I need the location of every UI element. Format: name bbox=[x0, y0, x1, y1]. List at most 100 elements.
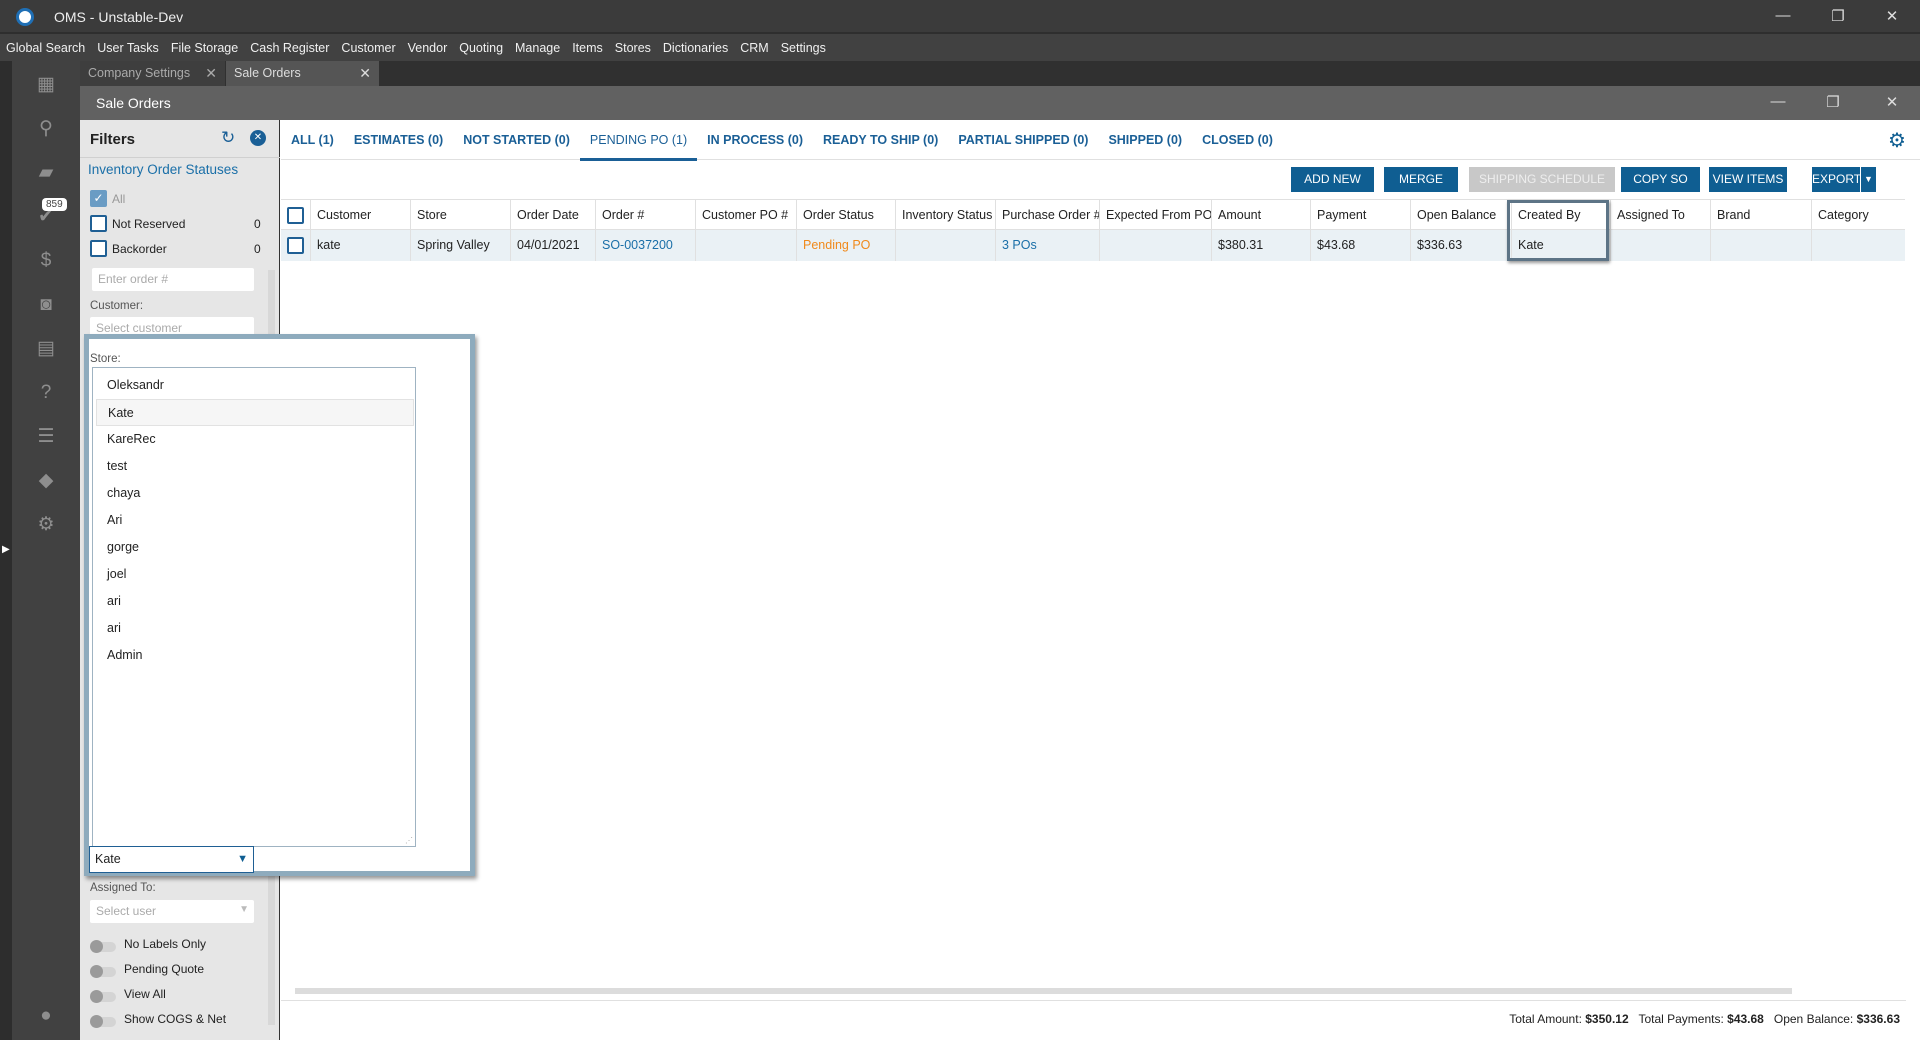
dropdown-option[interactable]: Kate bbox=[96, 399, 414, 426]
dropdown-option[interactable]: ari bbox=[96, 615, 414, 642]
copy-so-button[interactable]: COPY SO bbox=[1621, 167, 1700, 192]
column-header[interactable]: Payment bbox=[1310, 200, 1410, 231]
expand-arrow-icon[interactable]: ▶ bbox=[2, 544, 10, 555]
resize-grip-icon[interactable]: ⋰ bbox=[405, 836, 413, 845]
dropdown-option[interactable]: test bbox=[96, 453, 414, 480]
contact-icon[interactable]: ◙ bbox=[34, 293, 58, 317]
column-header[interactable]: Order # bbox=[595, 200, 695, 231]
column-header[interactable]: Purchase Order # bbox=[995, 200, 1099, 231]
minimize-icon[interactable]: — bbox=[1768, 7, 1798, 24]
clipboard-icon[interactable]: ☰ bbox=[34, 425, 58, 449]
status-tab[interactable]: ALL (1) bbox=[281, 120, 344, 160]
shipping-schedule-button[interactable]: SHIPPING SCHEDULE bbox=[1469, 167, 1615, 192]
menu-item-manage[interactable]: Manage bbox=[515, 41, 560, 55]
column-header[interactable]: Brand bbox=[1710, 200, 1811, 231]
column-header[interactable]: Assigned To bbox=[1610, 200, 1710, 231]
tab-sale-orders[interactable]: Sale Orders ✕ bbox=[226, 61, 379, 86]
dropdown-option[interactable]: Ari bbox=[96, 507, 414, 534]
column-header[interactable]: Expected From PO bbox=[1099, 200, 1211, 231]
refresh-icon[interactable]: ↻ bbox=[221, 128, 235, 148]
tab-company-settings[interactable]: Company Settings ✕ bbox=[80, 61, 225, 86]
column-header[interactable]: Order Status bbox=[796, 200, 895, 231]
status-tab[interactable]: PENDING PO (1) bbox=[579, 120, 698, 161]
status-backorder-checkbox[interactable] bbox=[90, 240, 107, 257]
menu-item-customer[interactable]: Customer bbox=[341, 41, 395, 55]
column-header[interactable]: Open Balance bbox=[1410, 200, 1511, 231]
assigned-to-select[interactable]: Select user ▼ bbox=[90, 900, 254, 923]
status-not-reserved-checkbox[interactable] bbox=[90, 215, 107, 232]
column-header[interactable]: Customer bbox=[310, 200, 410, 231]
merge-button[interactable]: MERGE bbox=[1384, 167, 1458, 192]
dropdown-option[interactable]: KareRec bbox=[96, 426, 414, 453]
toggle-show-cogs[interactable] bbox=[90, 1015, 116, 1028]
window-restore-icon[interactable]: ❐ bbox=[1818, 93, 1848, 111]
chevron-down-icon: ▼ bbox=[237, 853, 248, 865]
close-icon[interactable]: ✕ bbox=[1877, 7, 1907, 25]
horizontal-scrollbar[interactable] bbox=[295, 988, 1792, 994]
table-cell[interactable]: 3 POs bbox=[995, 230, 1099, 261]
status-tab[interactable]: READY TO SHIP (0) bbox=[813, 120, 948, 160]
settings-icon[interactable]: ⚙ bbox=[34, 513, 58, 537]
status-all-checkbox[interactable]: ✓ bbox=[90, 190, 107, 207]
status-tab[interactable]: IN PROCESS (0) bbox=[697, 120, 813, 160]
tag-icon[interactable]: ◆ bbox=[34, 469, 58, 493]
status-tab[interactable]: ESTIMATES (0) bbox=[344, 120, 453, 160]
status-tab[interactable]: NOT STARTED (0) bbox=[453, 120, 580, 160]
menu-item-user-tasks[interactable]: User Tasks bbox=[97, 41, 159, 55]
menu-item-vendor[interactable]: Vendor bbox=[408, 41, 448, 55]
menu-item-quoting[interactable]: Quoting bbox=[459, 41, 503, 55]
dropdown-option[interactable]: Admin bbox=[96, 642, 414, 669]
column-header[interactable]: Category bbox=[1811, 200, 1905, 231]
add-new-button[interactable]: ADD NEW bbox=[1291, 167, 1374, 192]
table-row[interactable]: kate Spring Valley 04/01/2021 SO-0037200 Pen… bbox=[281, 230, 1905, 261]
help-clipboard-icon[interactable]: ? bbox=[34, 381, 58, 405]
dropdown-option[interactable]: gorge bbox=[96, 534, 414, 561]
table-cell: $380.31 bbox=[1211, 230, 1310, 261]
dollar-icon[interactable]: $ bbox=[34, 249, 58, 273]
close-tab-icon[interactable]: ✕ bbox=[359, 61, 371, 86]
clear-filters-icon[interactable]: ✕ bbox=[250, 130, 266, 146]
order-number-input[interactable]: Enter order # bbox=[92, 268, 254, 291]
search-icon[interactable]: ⚲ bbox=[34, 117, 58, 141]
export-dropdown-button[interactable]: ▼ bbox=[1861, 167, 1876, 192]
status-tab[interactable]: PARTIAL SHIPPED (0) bbox=[948, 120, 1098, 160]
menu-item-settings[interactable]: Settings bbox=[781, 41, 826, 55]
menu-item-stores[interactable]: Stores bbox=[615, 41, 651, 55]
column-header[interactable]: Inventory Status bbox=[895, 200, 995, 231]
store-icon[interactable]: ▤ bbox=[34, 337, 58, 361]
view-items-button[interactable]: VIEW ITEMS bbox=[1709, 167, 1787, 192]
dropdown-option[interactable]: joel bbox=[96, 561, 414, 588]
created-by-select[interactable]: Kate ▼ bbox=[89, 846, 254, 873]
user-icon[interactable]: ● bbox=[34, 1004, 58, 1028]
window-close-icon[interactable]: ✕ bbox=[1877, 93, 1907, 111]
export-button[interactable]: EXPORT bbox=[1812, 167, 1861, 192]
grid-settings-icon[interactable]: ⚙ bbox=[1888, 128, 1906, 153]
column-header[interactable]: Customer PO # bbox=[695, 200, 796, 231]
dropdown-option[interactable]: ari bbox=[96, 588, 414, 615]
status-tab[interactable]: CLOSED (0) bbox=[1192, 120, 1283, 160]
restore-icon[interactable]: ❐ bbox=[1823, 7, 1853, 25]
table-cell[interactable]: SO-0037200 bbox=[595, 230, 695, 261]
column-header[interactable]: Store bbox=[410, 200, 510, 231]
column-header[interactable]: Order Date bbox=[510, 200, 595, 231]
dropdown-option[interactable]: chaya bbox=[96, 480, 414, 507]
menu-item-global-search[interactable]: Global Search bbox=[6, 41, 85, 55]
status-tab[interactable]: SHIPPED (0) bbox=[1098, 120, 1192, 160]
row-checkbox[interactable] bbox=[287, 237, 304, 254]
menu-item-cash-register[interactable]: Cash Register bbox=[250, 41, 329, 55]
toggle-no-labels[interactable] bbox=[90, 940, 116, 953]
toggle-pending-quote[interactable] bbox=[90, 965, 116, 978]
menu-item-crm[interactable]: CRM bbox=[740, 41, 768, 55]
select-all-checkbox[interactable] bbox=[287, 207, 304, 224]
dashboard-icon[interactable]: ▦ bbox=[34, 73, 58, 97]
column-header[interactable]: Amount bbox=[1211, 200, 1310, 231]
files-icon[interactable]: ▰ bbox=[34, 161, 58, 185]
toggle-view-all[interactable] bbox=[90, 990, 116, 1003]
menu-item-items[interactable]: Items bbox=[572, 41, 603, 55]
menu-item-file-storage[interactable]: File Storage bbox=[171, 41, 238, 55]
dropdown-option[interactable]: Oleksandr bbox=[96, 372, 414, 399]
close-tab-icon[interactable]: ✕ bbox=[205, 61, 217, 86]
menu-item-dictionaries[interactable]: Dictionaries bbox=[663, 41, 728, 55]
table-cell: $336.63 bbox=[1410, 230, 1511, 261]
window-minimize-icon[interactable]: — bbox=[1763, 93, 1793, 110]
